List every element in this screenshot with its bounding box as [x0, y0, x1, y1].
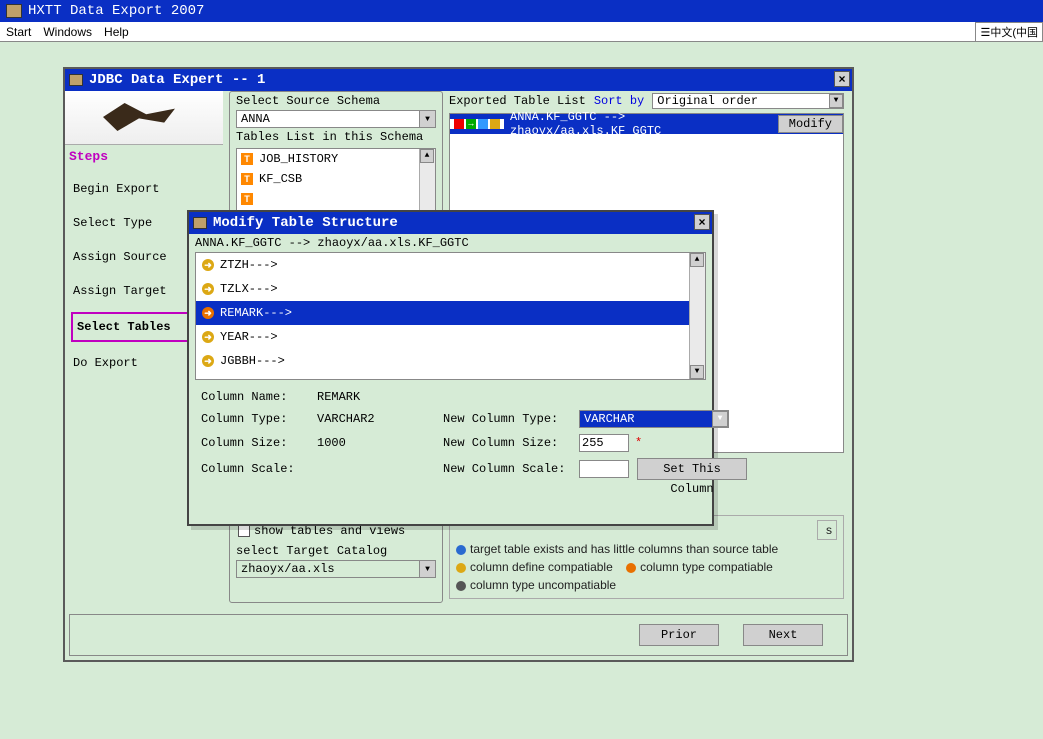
compat-icon: ➜ — [202, 283, 214, 295]
scrollbar[interactable]: ▲ ▼ — [689, 253, 705, 379]
column-row[interactable]: ➜YEAR---> — [196, 325, 705, 349]
export-row[interactable]: → ANNA.KF_GGTC --> zhaoyx/aa.xls.KF_GGTC… — [450, 114, 843, 134]
step-begin-export[interactable]: Begin Export — [65, 172, 223, 206]
dot-icon — [456, 563, 466, 573]
new-col-scale-input[interactable] — [579, 460, 629, 478]
bottom-nav: Prior Next — [69, 614, 848, 656]
eagle-logo — [65, 91, 223, 145]
remove-icon[interactable] — [454, 119, 464, 129]
col-name-label: Column Name: — [201, 390, 311, 404]
legend-col-type: column type compatiable — [640, 560, 773, 574]
modify-button[interactable]: Modify — [778, 115, 843, 133]
menu-start[interactable]: Start — [6, 25, 31, 39]
column-row-selected[interactable]: ➜REMARK---> — [196, 301, 705, 325]
new-col-type-label: New Column Type: — [443, 412, 573, 426]
column-row[interactable]: ➜ZTZH---> — [196, 253, 705, 277]
dot-icon — [626, 563, 636, 573]
table-icon: T — [241, 173, 253, 185]
table-icon: T — [241, 193, 253, 205]
col-type-label: Column Type: — [201, 412, 311, 426]
menu-windows[interactable]: Windows — [43, 25, 92, 39]
set-this-column-button[interactable]: Set This Column — [637, 458, 747, 480]
new-col-type-select[interactable]: VARCHAR ▼ — [579, 410, 729, 428]
chevron-down-icon[interactable]: ▼ — [712, 411, 728, 427]
next-button[interactable]: Next — [743, 624, 823, 646]
menu-help[interactable]: Help — [104, 25, 129, 39]
sort-by-value: Original order — [657, 94, 758, 108]
chevron-down-icon[interactable]: ▼ — [419, 561, 435, 577]
compat-icon: ➜ — [202, 355, 214, 367]
export-row-text: ANNA.KF_GGTC --> zhaoyx/aa.xls.KF_GGTC — [504, 110, 778, 138]
column-row[interactable]: ➜TZLX---> — [196, 277, 705, 301]
chevron-down-icon[interactable]: ▼ — [829, 94, 843, 108]
prior-button[interactable]: Prior — [639, 624, 719, 646]
schema-select[interactable]: ANNA ▼ — [236, 110, 436, 128]
app-title: HXTT Data Export 2007 — [28, 3, 204, 19]
app-titlebar: HXTT Data Export 2007 — [0, 0, 1043, 22]
col-size-value: 1000 — [317, 436, 437, 450]
column-row[interactable]: ➜JGBBH---> — [196, 349, 705, 373]
new-col-scale-label: New Column Scale: — [443, 462, 573, 476]
sort-by-label: Sort by — [594, 94, 644, 108]
tables-label: Tables List in this Schema — [230, 128, 442, 146]
java-cup-icon — [6, 4, 22, 18]
legend-col-def: column define compatiable — [470, 560, 613, 574]
sort-by-select[interactable]: Original order ▼ — [652, 93, 844, 109]
catalog-value: zhaoyx/aa.xls — [237, 562, 339, 576]
status-icon — [478, 119, 488, 129]
java-cup-icon — [69, 74, 83, 86]
required-mark: * — [635, 436, 642, 450]
menubar: Start Windows Help — [0, 22, 1043, 42]
modify-table-dialog: Modify Table Structure × ANNA.KF_GGTC --… — [187, 210, 714, 526]
col-type-value: VARCHAR2 — [317, 412, 437, 426]
new-col-size-label: New Column Size: — [443, 436, 573, 450]
modify-table-titlebar[interactable]: Modify Table Structure × — [189, 212, 712, 234]
show-tables-views-label: show tables and views — [254, 524, 405, 538]
java-cup-icon — [193, 217, 207, 229]
close-icon[interactable]: × — [694, 214, 710, 230]
status-icon — [490, 119, 500, 129]
dot-icon — [456, 545, 466, 555]
catalog-label: select Target Catalog — [230, 542, 442, 560]
table-row[interactable]: TJOB_HISTORY — [237, 149, 435, 169]
col-size-label: Column Size: — [201, 436, 311, 450]
checkbox-icon[interactable] — [238, 525, 250, 537]
col-name-value: REMARK — [317, 390, 437, 404]
legend-row: target table exists and has little colum… — [470, 542, 778, 556]
catalog-select[interactable]: zhaoyx/aa.xls ▼ — [236, 560, 436, 578]
schema-label: Select Source Schema — [230, 92, 442, 110]
table-row[interactable]: T — [237, 189, 435, 209]
new-col-type-value: VARCHAR — [584, 412, 634, 426]
table-row[interactable]: TKF_CSB — [237, 169, 435, 189]
jdbc-title: JDBC Data Expert -- 1 — [89, 72, 265, 88]
legend-s: s — [817, 520, 837, 540]
modify-table-subtitle: ANNA.KF_GGTC --> zhaoyx/aa.xls.KF_GGTC — [189, 234, 712, 252]
export-list-label: Exported Table List — [449, 94, 586, 108]
jdbc-titlebar[interactable]: JDBC Data Expert -- 1 × — [65, 69, 852, 91]
scroll-up-icon[interactable]: ▲ — [690, 253, 704, 267]
legend-col-uncomp: column type uncompatiable — [470, 578, 616, 592]
new-col-size-input[interactable] — [579, 434, 629, 452]
compat-icon: ➜ — [202, 307, 214, 319]
steps-title: Steps — [65, 145, 223, 172]
chevron-down-icon[interactable]: ▼ — [419, 111, 435, 127]
ime-badge[interactable]: ☰中文(中国 — [975, 22, 1043, 42]
dot-icon — [456, 581, 466, 591]
scroll-down-icon[interactable]: ▼ — [690, 365, 704, 379]
table-icon: T — [241, 153, 253, 165]
schema-value: ANNA — [237, 112, 274, 126]
compat-icon: ➜ — [202, 331, 214, 343]
legend-panel: s target table exists and has little col… — [449, 515, 844, 599]
column-list[interactable]: ➜ZTZH---> ➜TZLX---> ➜REMARK---> ➜YEAR---… — [195, 252, 706, 380]
close-icon[interactable]: × — [834, 71, 850, 87]
modify-table-title: Modify Table Structure — [213, 215, 398, 231]
compat-icon: ➜ — [202, 259, 214, 271]
col-scale-label: Column Scale: — [201, 462, 311, 476]
scroll-up-icon[interactable]: ▲ — [420, 149, 434, 163]
column-details: Column Name: REMARK Column Type: VARCHAR… — [189, 380, 712, 486]
